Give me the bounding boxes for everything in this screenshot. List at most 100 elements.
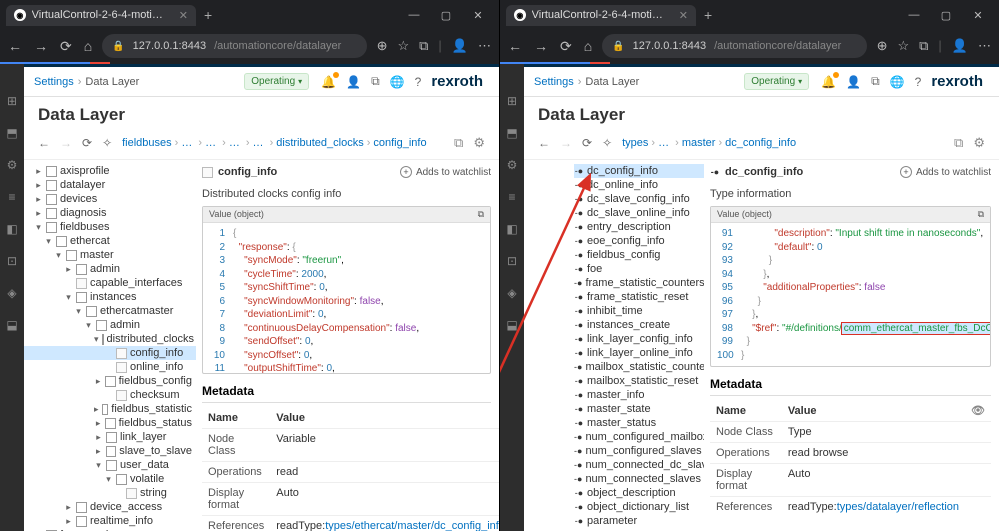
tree-item[interactable]: -●num_configured_slaves — [574, 444, 704, 458]
extensions-icon[interactable]: ⧉ — [419, 38, 428, 54]
window-max-button[interactable]: ▢ — [931, 1, 961, 29]
nav-fwd-icon[interactable]: → — [34, 38, 48, 55]
bell-icon[interactable]: 🔔 — [821, 75, 836, 89]
rail-icon[interactable]: ⊡ — [507, 254, 517, 268]
tree-item[interactable]: -●object_description — [574, 486, 704, 500]
tree-item[interactable]: -●inhibit_time — [574, 304, 704, 318]
menu-icon[interactable]: ⋯ — [478, 38, 491, 54]
value-viewer[interactable]: Value (object)⧉ 1{ 2 "response": { 3 "sy… — [202, 206, 491, 374]
breadcrumb-root[interactable]: Settings — [534, 76, 574, 88]
path-breadcrumb[interactable]: fieldbuses›… ›… ›… ›… ›distributed_clock… — [122, 137, 444, 149]
url-bar[interactable]: 🔒 127.0.0.1:8443/automationcore/datalaye… — [102, 34, 366, 58]
nav-fwd-icon[interactable]: → — [60, 136, 72, 150]
tree-item[interactable]: -●dc_config_info — [574, 164, 704, 178]
rail-icon[interactable]: ≡ — [508, 190, 515, 204]
star-icon[interactable]: ☆ — [397, 38, 409, 54]
breadcrumb-root[interactable]: Settings — [34, 76, 74, 88]
nav-fwd-icon[interactable]: → — [534, 38, 548, 55]
rail-icon[interactable]: ⬓ — [6, 318, 17, 332]
star-icon[interactable]: ☆ — [897, 38, 909, 54]
help-icon[interactable]: ? — [415, 75, 422, 89]
help-icon[interactable]: ? — [915, 75, 922, 89]
copy-icon[interactable]: ⧉ — [871, 74, 880, 89]
copy-icon[interactable]: ⧉ — [978, 209, 984, 220]
tree-item[interactable]: -●object_dictionary_list — [574, 500, 704, 514]
tree-item[interactable]: -●mailbox_statistic_reset — [574, 374, 704, 388]
operating-status[interactable]: Operating▾ — [244, 73, 309, 90]
reference-link[interactable]: types/ethercat/master/dc_config_info — [325, 520, 499, 531]
tree-item-config-info[interactable]: config_info — [24, 346, 196, 360]
globe-icon[interactable]: 🌐 — [890, 75, 905, 89]
new-tab-button[interactable]: + — [196, 7, 220, 23]
expand-icon[interactable]: ✧ — [602, 136, 612, 150]
value-viewer[interactable]: Value (object)⧉ 91 "description": "Input… — [710, 206, 991, 367]
add-watchlist-button[interactable]: +Adds to watchlist — [400, 166, 491, 178]
tree-view[interactable]: ▸axisprofile ▸datalayer ▸devices ▸diagno… — [24, 160, 196, 531]
tree-item[interactable]: -●eoe_config_info — [574, 234, 704, 248]
browser-tab[interactable]: ◉ VirtualControl-2-6-4-motionte ✕ — [506, 5, 696, 26]
rail-icon[interactable]: ⬓ — [506, 318, 517, 332]
window-close-button[interactable]: ✕ — [463, 1, 493, 29]
tree-item[interactable]: -●frame_statistic_counters — [574, 276, 704, 290]
rail-icon[interactable]: ◈ — [7, 286, 16, 300]
copy-icon[interactable]: ⧉ — [371, 74, 380, 89]
rail-icon[interactable]: ◧ — [506, 222, 517, 236]
rail-icon[interactable]: ⬒ — [506, 126, 517, 140]
tab-close-icon[interactable]: ✕ — [679, 9, 688, 22]
user-icon[interactable]: 👤 — [846, 75, 861, 89]
search-icon[interactable]: ⊕ — [377, 38, 388, 54]
tree-item[interactable]: -●fieldbus_config — [574, 248, 704, 262]
tree-item[interactable]: -●foe — [574, 262, 704, 276]
tree-item[interactable]: -●parameter — [574, 514, 704, 528]
profile-icon[interactable]: 👤 — [452, 38, 468, 54]
tree-item[interactable]: -●num_configured_mailbox_slave — [574, 430, 704, 444]
tree-item[interactable]: -●instances_create — [574, 318, 704, 332]
nav-reload-icon[interactable]: ⟳ — [60, 38, 72, 55]
window-min-button[interactable]: — — [399, 1, 429, 29]
bell-icon[interactable]: 🔔 — [321, 75, 336, 89]
tree-item[interactable]: -●dc_slave_online_info — [574, 206, 704, 220]
tree-item[interactable]: -●link_layer_online_info — [574, 346, 704, 360]
tree-item[interactable]: -●dc_slave_config_info — [574, 192, 704, 206]
tree-item[interactable]: -●frame_statistic_reset — [574, 290, 704, 304]
nav-home-icon[interactable]: ⌂ — [84, 38, 92, 55]
operating-status[interactable]: Operating▾ — [744, 73, 809, 90]
copy-icon[interactable]: ⧉ — [478, 209, 484, 220]
reference-link[interactable]: types/datalayer/reflection — [837, 501, 959, 513]
window-close-button[interactable]: ✕ — [963, 1, 993, 29]
add-watchlist-button[interactable]: +Adds to watchlist — [900, 166, 991, 178]
new-tab-button[interactable]: + — [696, 7, 720, 23]
menu-icon[interactable]: ⋯ — [978, 38, 991, 54]
url-bar[interactable]: 🔒 127.0.0.1:8443/automationcore/datalaye… — [602, 34, 866, 58]
rail-icon[interactable]: ⬒ — [6, 126, 17, 140]
tree-item[interactable]: -●num_connected_dc_slaves — [574, 458, 704, 472]
tree-item[interactable]: -●link_layer_config_info — [574, 332, 704, 346]
rail-icon[interactable]: ⊡ — [7, 254, 17, 268]
window-max-button[interactable]: ▢ — [431, 1, 461, 29]
refresh-icon[interactable]: ⟳ — [82, 136, 92, 150]
copy-path-icon[interactable]: ⧉ — [454, 135, 463, 151]
nav-reload-icon[interactable]: ⟳ — [560, 38, 572, 55]
profile-icon[interactable]: 👤 — [952, 38, 968, 54]
window-min-button[interactable]: — — [899, 1, 929, 29]
rail-icon[interactable]: ◈ — [507, 286, 516, 300]
nav-back-icon[interactable]: ← — [8, 38, 22, 55]
rail-icon[interactable]: ⊞ — [507, 94, 517, 108]
rail-icon[interactable]: ◧ — [6, 222, 17, 236]
tree-item[interactable]: -●master_info — [574, 388, 704, 402]
nav-back-icon[interactable]: ← — [538, 136, 550, 150]
settings-icon[interactable]: ⚙ — [973, 135, 985, 151]
tree-item[interactable]: -●dc_online_info — [574, 178, 704, 192]
path-breadcrumb[interactable]: types›… ›master›dc_config_info — [622, 137, 944, 149]
globe-icon[interactable]: 🌐 — [390, 75, 405, 89]
nav-home-icon[interactable]: ⌂ — [584, 38, 592, 55]
settings-icon[interactable]: ⚙ — [473, 135, 485, 151]
rail-icon[interactable]: ≡ — [8, 190, 15, 204]
tree-view[interactable]: -●dc_config_info-●dc_online_info-●dc_sla… — [524, 160, 704, 531]
rail-icon[interactable]: ⚙ — [7, 158, 18, 172]
rail-icon[interactable]: ⚙ — [507, 158, 518, 172]
nav-back-icon[interactable]: ← — [508, 38, 522, 55]
tree-item[interactable]: -●master_state — [574, 402, 704, 416]
tab-close-icon[interactable]: ✕ — [179, 9, 188, 22]
refresh-icon[interactable]: ⟳ — [582, 136, 592, 150]
